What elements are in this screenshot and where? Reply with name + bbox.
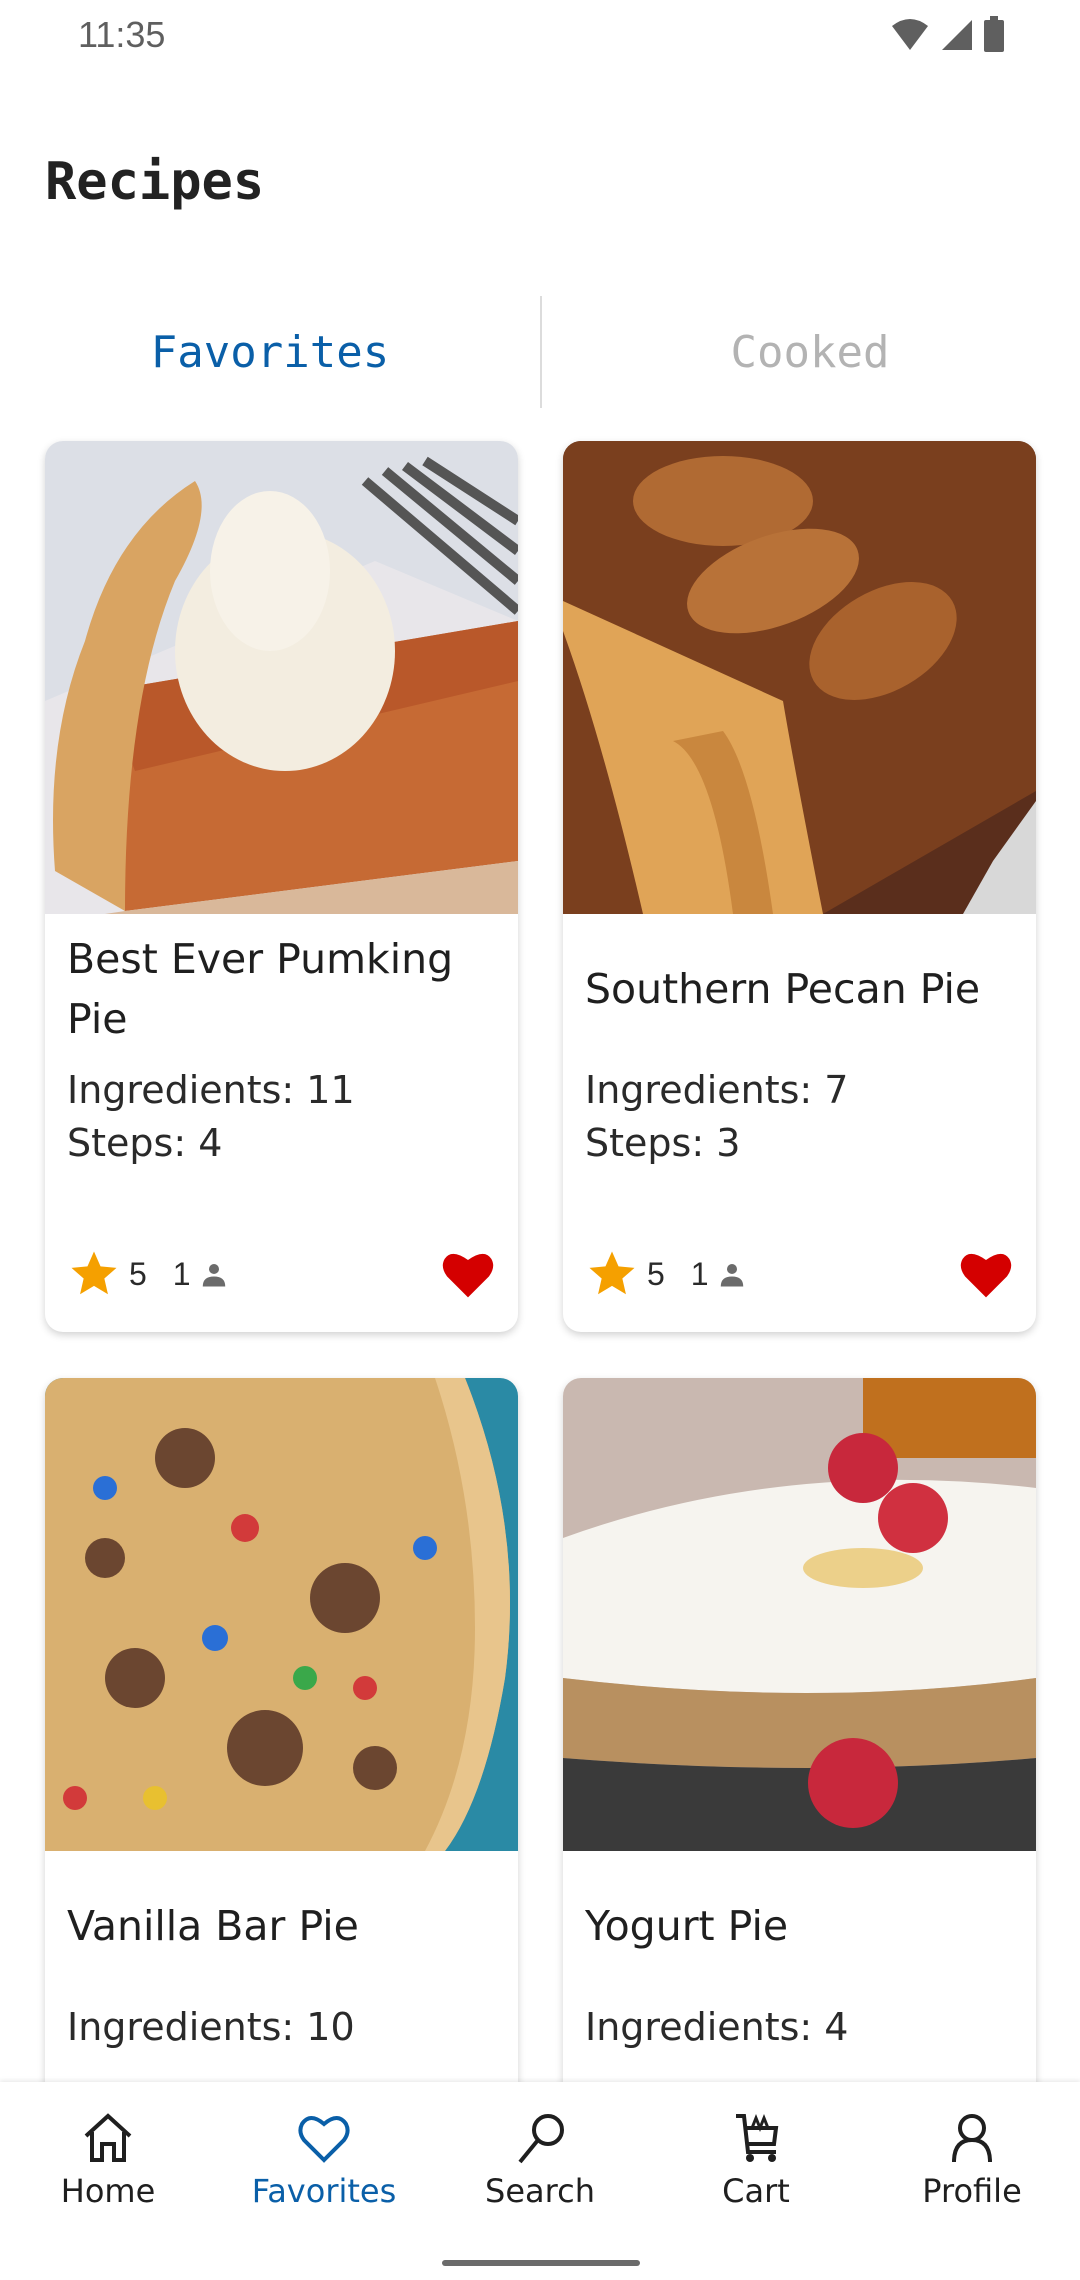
ingredients-count: Ingredients: 11: [67, 1068, 355, 1112]
wifi-icon: [892, 19, 928, 50]
steps-count: Steps: 3: [585, 1121, 741, 1165]
steps-count: Steps: 4: [67, 1121, 223, 1165]
nav-home[interactable]: Home: [0, 2082, 216, 2222]
person-icon: [202, 1264, 225, 1287]
bottom-navigation: Home Favorites Search Cart Profile: [0, 2082, 1080, 2280]
nav-cart[interactable]: Cart: [648, 2082, 864, 2222]
tab-bar: Favorites Cooked: [0, 296, 1080, 408]
nav-profile[interactable]: Profile: [864, 2082, 1080, 2222]
nav-label: Cart: [722, 2172, 790, 2210]
home-icon: [84, 2113, 132, 2162]
card-footer: 5 1: [585, 1239, 1014, 1309]
profile-icon: [952, 2114, 992, 2163]
nav-label: Profile: [922, 2172, 1022, 2210]
status-bar: 11:35: [0, 0, 1080, 70]
battery-icon: [984, 16, 1004, 52]
recipe-card[interactable]: Southern Pecan Pie Ingredients: 7 Steps:…: [563, 441, 1036, 1332]
home-indicator[interactable]: [442, 2260, 640, 2266]
rating-value: 5: [647, 1255, 665, 1292]
tab-divider: [540, 296, 542, 408]
favorite-heart-icon[interactable]: [958, 1248, 1014, 1300]
yogurt-pie-photo: [563, 1378, 1036, 1851]
status-time: 11:35: [78, 14, 166, 55]
ingredients-count: Ingredients: 4: [585, 2005, 849, 2049]
star-icon: [589, 1251, 635, 1295]
nav-label: Home: [60, 2172, 156, 2210]
ingredients-count: Ingredients: 10: [67, 2005, 355, 2049]
recipe-card[interactable]: Best Ever Pumking Pie Ingredients: 11 St…: [45, 441, 518, 1332]
pecan-pie-photo: [563, 441, 1036, 914]
nav-search[interactable]: Search: [432, 2082, 648, 2222]
review-count: 1: [690, 1255, 709, 1292]
search-icon: [518, 2114, 564, 2164]
rating-value: 5: [129, 1255, 147, 1292]
card-footer: 5 1: [67, 1239, 496, 1309]
signal-icon: [942, 20, 972, 50]
page-title: Recipes: [45, 152, 265, 212]
nav-label: Search: [485, 2172, 595, 2210]
review-count: 1: [172, 1255, 191, 1292]
tab-favorites[interactable]: Favorites: [0, 296, 540, 408]
favorite-heart-icon[interactable]: [440, 1248, 496, 1300]
status-icons: [890, 16, 1004, 52]
recipe-title[interactable]: Southern Pecan Pie: [585, 914, 1014, 1064]
heart-outline-icon: [298, 2116, 350, 2163]
tab-cooked[interactable]: Cooked: [540, 296, 1080, 408]
recipe-title[interactable]: Best Ever Pumking Pie: [67, 914, 496, 1064]
ingredients-count: Ingredients: 7: [585, 1068, 849, 1112]
star-icon: [71, 1251, 117, 1295]
recipe-title[interactable]: Vanilla Bar Pie: [67, 1851, 496, 2001]
recipe-title[interactable]: Yogurt Pie: [585, 1851, 1014, 2001]
person-icon: [720, 1264, 743, 1287]
pumpkin-pie-photo: [45, 441, 518, 914]
cookie-pie-photo: [45, 1378, 518, 1851]
nav-label: Favorites: [251, 2172, 397, 2210]
nav-favorites[interactable]: Favorites: [216, 2082, 432, 2222]
cart-icon: [736, 2113, 779, 2162]
